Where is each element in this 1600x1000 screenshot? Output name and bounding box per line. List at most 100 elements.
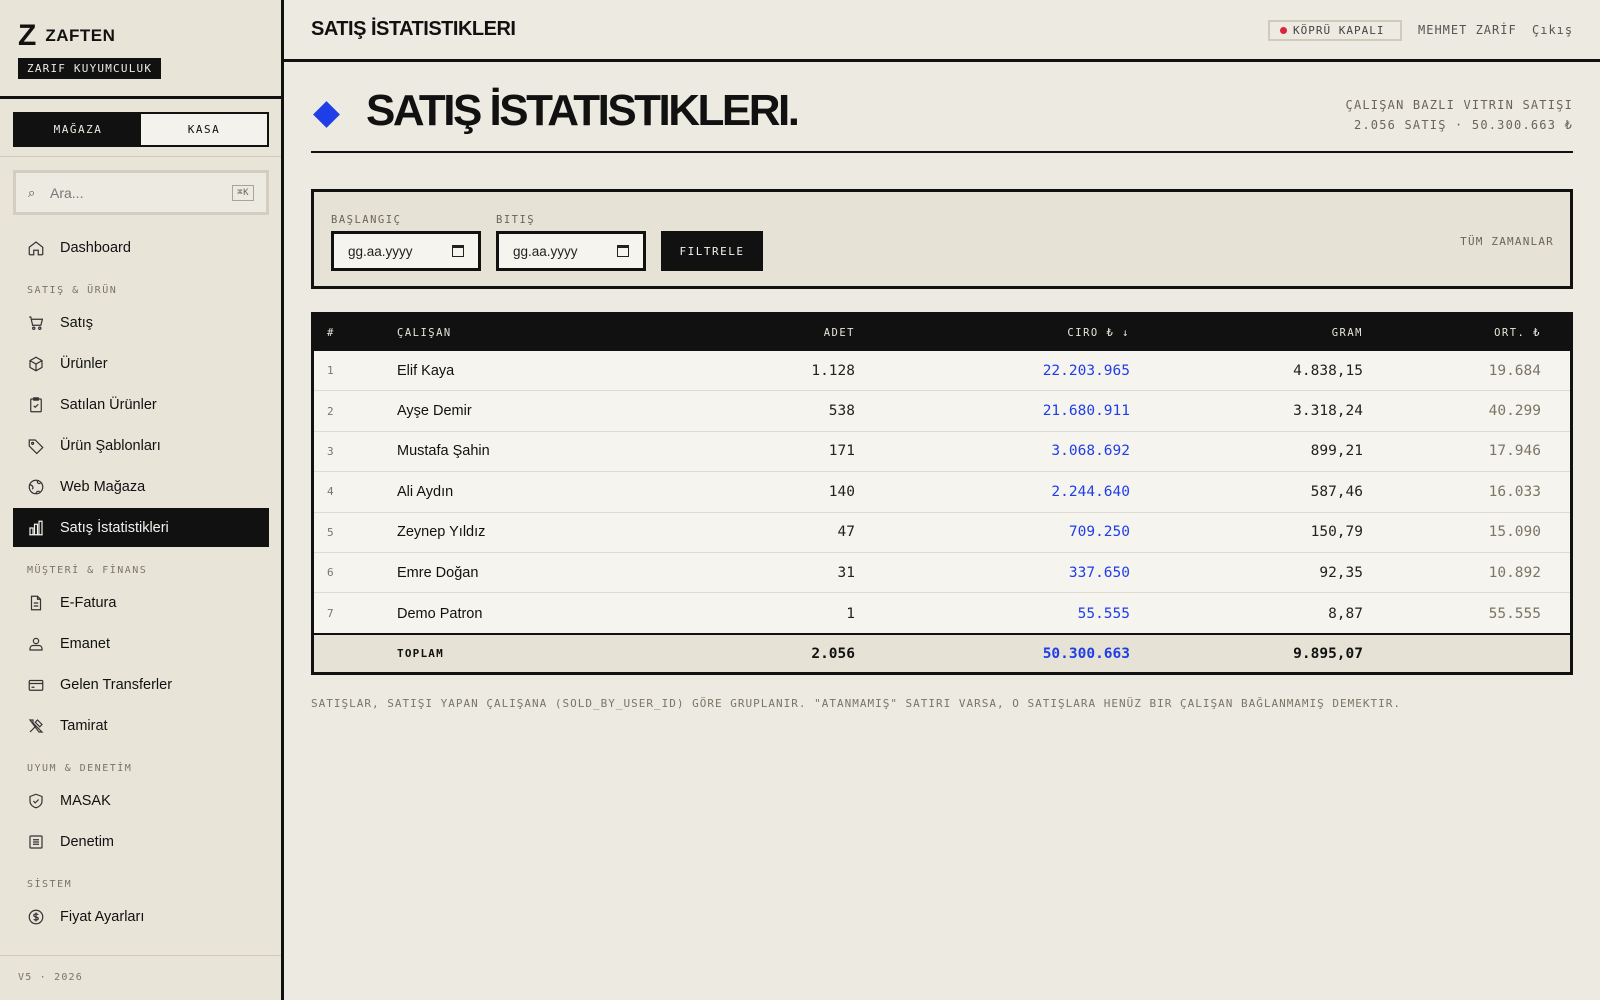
topbar-title: SATIŞ İSTATISTIKLERI xyxy=(311,18,516,40)
list-icon xyxy=(26,832,46,852)
home-icon xyxy=(26,238,46,258)
employee-name: Ali Aydın xyxy=(397,483,454,500)
start-date-label: BAŞLANGIÇ xyxy=(331,214,402,226)
revenue: 709.250 xyxy=(1068,524,1130,541)
brand-subtitle: ZARIF KUYUMCULUK xyxy=(18,58,162,79)
table-row[interactable]: 5 Zeynep Yıldız 47 709.250 150,79 15.090 xyxy=(314,513,1570,553)
start-date-input[interactable]: gg.aa.yyyy xyxy=(331,231,481,271)
table-row[interactable]: 1 Elif Kaya 1.128 22.203.965 4.838,15 19… xyxy=(314,351,1570,392)
sale-count: 171 xyxy=(828,443,855,460)
divider xyxy=(0,955,281,956)
search-input[interactable] xyxy=(50,184,233,201)
bridge-status-text: KÖPRÜ KAPALI xyxy=(1293,24,1385,37)
employee-name: Emre Doğan xyxy=(397,564,479,581)
cart-icon xyxy=(26,313,46,333)
search-icon: ⌕ xyxy=(28,184,36,200)
nav-section-compliance: UYUM & DENETİM xyxy=(27,763,133,774)
sale-count: 1.128 xyxy=(811,362,855,379)
col-average-header[interactable]: ORT. ₺ xyxy=(1363,327,1553,339)
table-row[interactable]: 4 Ali Aydın 140 2.244.640 587,46 16.033 xyxy=(314,472,1570,513)
bridge-status-badge[interactable]: KÖPRÜ KAPALI xyxy=(1268,20,1402,41)
search-box: ⌕ ⌘K xyxy=(13,170,269,215)
version-label: V5 · 2026 xyxy=(18,972,83,983)
row-number: 5 xyxy=(327,525,334,539)
shield-check-icon xyxy=(26,791,46,811)
nav-section-system: SİSTEM xyxy=(27,879,73,890)
total-gram: 9.895,07 xyxy=(1293,645,1363,662)
page-title: SATIŞ İSTATISTIKLERI. xyxy=(366,86,800,135)
top-bar: SATIŞ İSTATISTIKLERI KÖPRÜ KAPALI MEHMET… xyxy=(284,0,1600,62)
table-header: # ÇALIŞAN ADET CIRO ₺ ↓ GRAM ORT. ₺ xyxy=(314,315,1570,351)
table-row[interactable]: 2 Ayşe Demir 538 21.680.911 3.318,24 40.… xyxy=(314,391,1570,432)
table-row[interactable]: 3 Mustafa Şahin 171 3.068.692 899,21 17.… xyxy=(314,432,1570,473)
page-header: SATIŞ İSTATISTIKLERI. ÇALIŞAN BAZLI VITR… xyxy=(311,85,1573,153)
nav-section-sales: SATIŞ & ÜRÜN xyxy=(27,285,118,296)
all-times-link[interactable]: TÜM ZAMANLAR xyxy=(1460,235,1554,248)
sidebar-item-sold-products[interactable]: Satılan Ürünler xyxy=(13,385,269,424)
average: 55.555 xyxy=(1488,605,1541,622)
average: 16.033 xyxy=(1488,483,1541,500)
filter-button[interactable]: FILTRELE xyxy=(661,231,763,271)
divider xyxy=(0,96,281,99)
brand[interactable]: Z ZAFTEN ZARIF KUYUMCULUK xyxy=(18,21,162,79)
employee-name: Ayşe Demir xyxy=(397,403,472,420)
tag-icon xyxy=(26,436,46,456)
sidebar-item-label: Emanet xyxy=(60,635,110,652)
revenue: 337.650 xyxy=(1068,564,1130,581)
gram: 587,46 xyxy=(1310,483,1363,500)
mode-cashier-button[interactable]: KASA xyxy=(141,114,267,145)
col-revenue-header[interactable]: CIRO ₺ ↓ xyxy=(855,327,1130,339)
employee-name: Elif Kaya xyxy=(397,362,455,379)
sidebar-item-audit[interactable]: Denetim xyxy=(13,822,269,861)
sidebar-item-einvoice[interactable]: E-Fatura xyxy=(13,583,269,622)
table-footnote: SATIŞLAR, SATIŞI YAPAN ÇALIŞANA (SOLD_BY… xyxy=(311,697,1402,710)
nav-section-customer: MÜŞTERİ & FİNANS xyxy=(27,565,148,576)
sidebar-item-label: Gelen Transferler xyxy=(60,676,173,693)
sidebar-item-price-settings[interactable]: Fiyat Ayarları xyxy=(13,897,269,936)
box-icon xyxy=(26,354,46,374)
revenue: 2.244.640 xyxy=(1051,483,1130,500)
end-date-input[interactable]: gg.aa.yyyy xyxy=(496,231,646,271)
sidebar-item-repair[interactable]: Tamirat xyxy=(13,706,269,745)
sidebar-item-masak[interactable]: MASAK xyxy=(13,781,269,820)
calendar-icon[interactable] xyxy=(452,245,464,257)
sidebar-item-products[interactable]: Ürünler xyxy=(13,344,269,383)
dollar-circle-icon xyxy=(26,907,46,927)
sidebar-item-dashboard[interactable]: Dashboard xyxy=(13,228,269,267)
credit-card-icon xyxy=(26,675,46,695)
sidebar-item-label: Satılan Ürünler xyxy=(60,396,157,413)
sidebar-item-transfers[interactable]: Gelen Transferler xyxy=(13,665,269,704)
table-row[interactable]: 7 Demo Patron 1 55.555 8,87 55.555 xyxy=(314,593,1570,633)
logout-link[interactable]: Çıkış xyxy=(1532,23,1573,37)
calendar-icon[interactable] xyxy=(617,245,629,257)
table-row[interactable]: 6 Emre Doğan 31 337.650 92,35 10.892 xyxy=(314,553,1570,594)
col-gram-header[interactable]: GRAM xyxy=(1130,327,1363,339)
gram: 899,21 xyxy=(1310,443,1363,460)
sidebar-item-web-store[interactable]: Web Mağaza xyxy=(13,467,269,506)
brand-name: ZAFTEN xyxy=(45,26,116,45)
gram: 3.318,24 xyxy=(1293,403,1363,420)
end-date-value: gg.aa.yyyy xyxy=(513,243,578,259)
sidebar-item-label: Satış xyxy=(60,314,94,331)
sidebar-item-sales[interactable]: Satış xyxy=(13,303,269,342)
gram: 150,79 xyxy=(1310,524,1363,541)
sidebar-item-label: Ürünler xyxy=(60,355,108,372)
user-name[interactable]: MEHMET ZARİF xyxy=(1418,23,1517,37)
row-number: 1 xyxy=(327,364,334,378)
date-filter-panel: BAŞLANGIÇ gg.aa.yyyy BITIŞ gg.aa.yyyy FI… xyxy=(311,189,1573,289)
mode-store-button[interactable]: MAĞAZA xyxy=(15,114,141,145)
sale-count: 140 xyxy=(828,483,855,500)
sidebar: Z ZAFTEN ZARIF KUYUMCULUK MAĞAZA KASA ⌕ … xyxy=(0,0,284,1000)
sidebar-item-label: Denetim xyxy=(60,833,114,850)
col-number-header: # xyxy=(327,327,335,339)
sales-stats-table: # ÇALIŞAN ADET CIRO ₺ ↓ GRAM ORT. ₺ 1 El… xyxy=(311,312,1573,675)
col-employee-header[interactable]: ÇALIŞAN xyxy=(397,327,777,339)
sidebar-item-escrow[interactable]: Emanet xyxy=(13,624,269,663)
sidebar-item-sales-stats[interactable]: Satış İstatistikleri xyxy=(13,508,269,547)
sale-count: 47 xyxy=(837,524,855,541)
col-count-header[interactable]: ADET xyxy=(777,327,855,339)
average: 40.299 xyxy=(1488,403,1541,420)
total-revenue: 50.300.663 xyxy=(1042,645,1130,662)
bar-chart-icon xyxy=(26,518,46,538)
sidebar-item-templates[interactable]: Ürün Şablonları xyxy=(13,426,269,465)
